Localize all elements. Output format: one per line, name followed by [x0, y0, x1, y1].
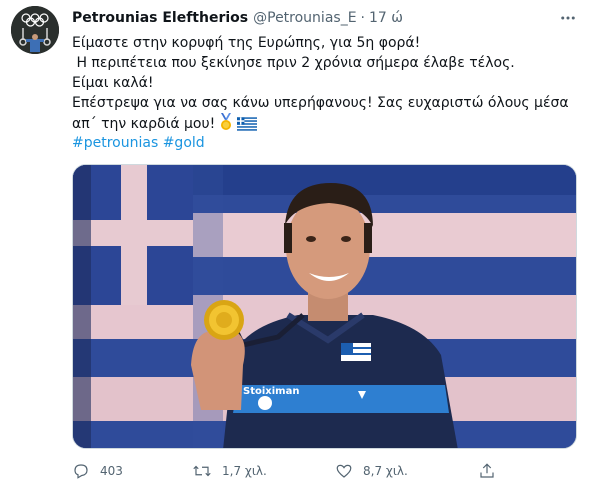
- like-count: 8,7 χιλ.: [363, 464, 408, 478]
- tweet-text: Είμαστε στην κορυφή της Ευρώπης, για 5η …: [72, 33, 572, 153]
- separator-dot: ·: [360, 10, 365, 26]
- reply-count: 403: [100, 464, 123, 478]
- like-button[interactable]: 8,7 χιλ.: [335, 461, 408, 481]
- tweet-text-line: Είμαι καλά!: [72, 75, 154, 91]
- tweet-photo[interactable]: Stoiximan: [72, 164, 577, 449]
- hashtag-link[interactable]: #gold: [163, 135, 205, 151]
- reply-icon: [74, 464, 88, 479]
- hashtag-link[interactable]: #petrounias: [72, 135, 158, 151]
- tweet-text-line-with-emoji: απ΄ την καρδιά μου!: [72, 113, 572, 133]
- tweet-actions: 403 1,7 χιλ. 8,7 χιλ.: [72, 461, 542, 481]
- jacket-sponsor-text: Stoiximan: [243, 386, 299, 397]
- more-icon: [561, 16, 575, 20]
- more-button[interactable]: [556, 8, 580, 28]
- tweet-text-line: Επέστρεψα για να σας κάνω υπερήφανους! Σ…: [72, 95, 569, 111]
- share-button[interactable]: [478, 461, 496, 481]
- share-icon: [480, 463, 494, 478]
- tweet-text-line: Η περιπέτεια που ξεκίνησε πριν 2 χρόνια …: [72, 55, 515, 71]
- timestamp[interactable]: 17 ώ: [369, 10, 403, 26]
- gold-medal-emoji-icon: [218, 113, 234, 137]
- avatar[interactable]: [11, 6, 59, 54]
- display-name[interactable]: Petrounias Eleftherios: [72, 10, 248, 26]
- like-icon: [336, 464, 352, 478]
- retweet-button[interactable]: 1,7 χιλ.: [192, 461, 267, 481]
- reply-button[interactable]: 403: [72, 461, 123, 481]
- tweet-text-line: Είμαστε στην κορυφή της Ευρώπης, για 5η …: [72, 35, 421, 51]
- retweet-count: 1,7 χιλ.: [222, 464, 267, 478]
- retweet-icon: [193, 465, 211, 477]
- tweet-header: Petrounias Eleftherios @Petrounias_E · 1…: [72, 10, 549, 30]
- tweet[interactable]: Petrounias Eleftherios @Petrounias_E · 1…: [0, 0, 589, 493]
- greek-flag-emoji-icon: [237, 117, 258, 137]
- tweet-text-line: απ΄ την καρδιά μου!: [72, 116, 216, 132]
- hashtags-line: #petrounias #gold: [72, 133, 572, 153]
- user-handle[interactable]: @Petrounias_E: [253, 10, 356, 26]
